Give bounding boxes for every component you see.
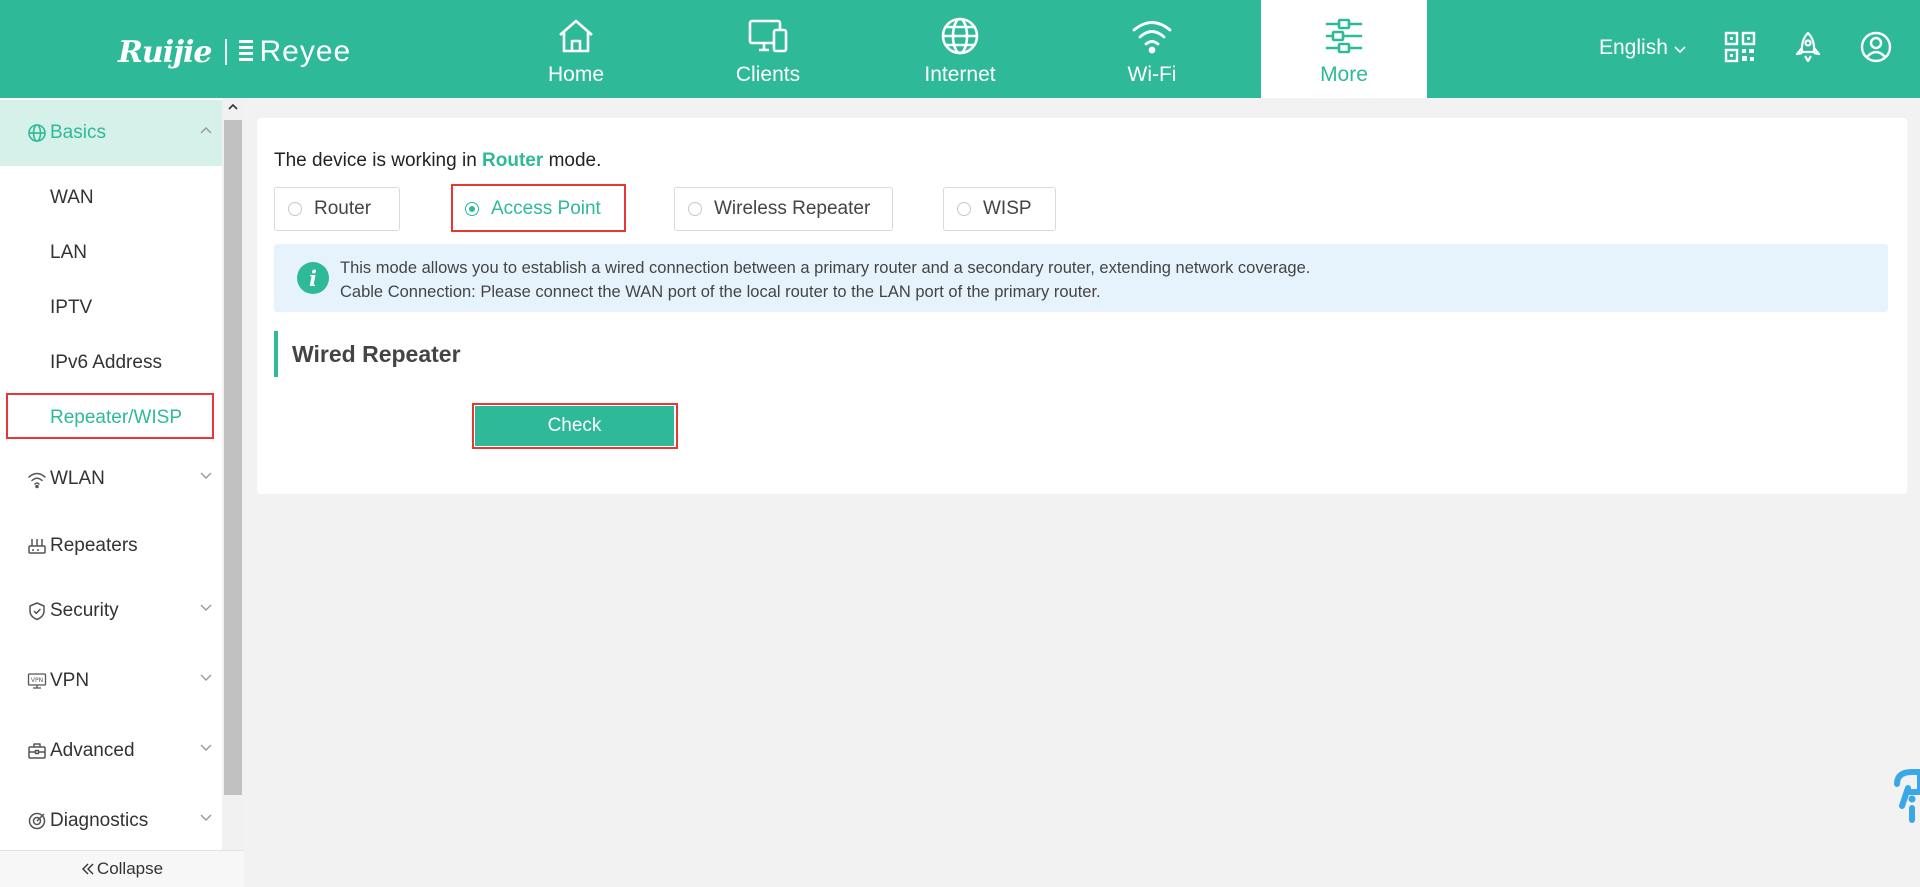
home-icon [556,15,596,57]
info-text: This mode allows you to establish a wire… [340,256,1310,304]
brand-logo[interactable]: Ruijie Reyee [118,32,351,72]
sidebar-item-ipv6-address[interactable]: IPv6 Address [0,341,222,385]
top-bar: Ruijie Reyee Home Clients Internet Wi-Fi… [0,0,1920,98]
chevron-down-icon [200,604,212,612]
nav-clients[interactable]: Clients [685,0,851,98]
sidebar-item-label: IPv6 Address [50,352,162,373]
mode-option-router[interactable]: Router [274,187,400,231]
reyee-mark-icon [239,40,254,64]
logo-ruijie: Ruijie [118,34,212,70]
chevron-down-icon [1674,46,1686,54]
sidebar-item-lan[interactable]: LAN [0,231,222,275]
mode-option-wisp[interactable]: WISP [943,187,1056,231]
nav-more[interactable]: More [1261,0,1427,98]
info-line-1: This mode allows you to establish a wire… [340,259,1311,277]
sidebar-group-diagnostics[interactable]: Diagnostics [0,788,222,850]
sidebar-group-label: Advanced [50,740,135,761]
radio-button[interactable] [688,202,702,216]
qr-code-icon[interactable] [1723,30,1757,64]
double-chevron-left-icon [81,863,95,875]
nav-internet[interactable]: Internet [877,0,1043,98]
nav-home-label: Home [547,63,605,86]
mode-option-label: WISP [983,198,1032,219]
sidebar-item-wan[interactable]: WAN [0,176,222,220]
info-icon: i [297,262,329,294]
chevron-up-icon [200,126,212,134]
sidebar-group-vpn[interactable]: VPN VPN [0,648,222,714]
svg-text:VPN: VPN [31,677,43,684]
diagnostics-icon [27,811,47,831]
sidebar: Basics WAN LAN IPTV IPv6 Address Repeate… [0,98,222,850]
sidebar-group-wlan[interactable]: WLAN [0,446,222,512]
sidebar-group-label: Diagnostics [50,810,149,831]
nav-internet-label: Internet [924,63,996,86]
logo-divider [225,39,228,65]
chevron-down-icon [200,744,212,752]
mode-option-label: Router [314,198,372,219]
sidebar-group-security[interactable]: Security [0,578,222,644]
radio-button[interactable] [288,202,302,216]
language-label: English [1599,36,1668,59]
logo-reyee: Reyee [239,35,351,69]
status-prefix: The device is working in [274,150,477,171]
nav-wifi-label: Wi-Fi [1127,63,1177,86]
status-mode: Router [482,150,544,171]
sidebar-group-repeaters[interactable]: Repeaters [0,513,222,579]
info-line-2: Cable Connection: Please connect the WAN… [340,283,1101,301]
chevron-down-icon [200,472,212,480]
nav-more-label: More [1320,63,1368,86]
sidebar-item-label: LAN [50,242,87,263]
repeater-icon [27,536,47,556]
sidebar-group-label: Repeaters [50,535,138,556]
sidebar-item-label: WAN [50,187,94,208]
sidebar-item-label: IPTV [50,297,93,318]
globe-icon [940,15,980,57]
sidebar-collapse-button[interactable]: Collapse [0,850,244,887]
mode-option-label: Access Point [491,198,601,219]
wifi-icon [1131,15,1173,57]
radio-button-checked[interactable] [465,202,479,216]
sidebar-group-label: WLAN [50,468,105,489]
section-title: Wired Repeater [274,331,461,377]
mode-option-label: Wireless Repeater [714,198,871,219]
sidebar-group-label: Basics [50,122,106,143]
devices-icon [747,15,789,57]
user-icon[interactable] [1859,30,1893,64]
check-button[interactable]: Check [475,406,674,446]
chevron-down-icon [200,674,212,682]
mode-option-access-point[interactable]: Access Point [451,187,624,231]
nav-home[interactable]: Home [493,0,659,98]
sidebar-item-repeater-wisp[interactable]: Repeater/WISP [0,393,222,440]
sidebar-item-label: Repeater/WISP [50,407,182,428]
sidebar-item-iptv[interactable]: IPTV [0,286,222,330]
logo-reyee-text: Reyee [259,35,352,68]
sidebar-group-advanced[interactable]: Advanced [0,718,222,784]
chevron-down-icon [200,814,212,822]
sidebar-group-label: VPN [50,670,90,691]
nav-clients-label: Clients [735,63,801,86]
sliders-icon [1324,15,1364,57]
mode-option-wireless-repeater[interactable]: Wireless Repeater [674,187,893,231]
rocket-icon[interactable] [1791,30,1825,64]
toolbox-icon [27,741,47,761]
status-suffix: mode. [548,150,602,171]
floating-assistant-icon[interactable] [1890,768,1920,830]
collapse-label: Collapse [96,859,164,878]
sidebar-group-basics[interactable]: Basics [0,100,222,166]
sidebar-group-label: Security [50,600,119,621]
radio-button[interactable] [957,202,971,216]
scroll-up-arrow-icon[interactable] [226,100,240,114]
globe-icon [27,123,47,143]
wifi-icon [27,469,47,489]
shield-icon [27,601,47,621]
working-mode-status: The device is working in Router mode. [274,150,601,172]
language-selector[interactable]: English [1599,36,1686,60]
sidebar-scrollbar-thumb[interactable] [224,120,242,795]
nav-wifi[interactable]: Wi-Fi [1069,0,1235,98]
vpn-icon: VPN [27,671,47,691]
